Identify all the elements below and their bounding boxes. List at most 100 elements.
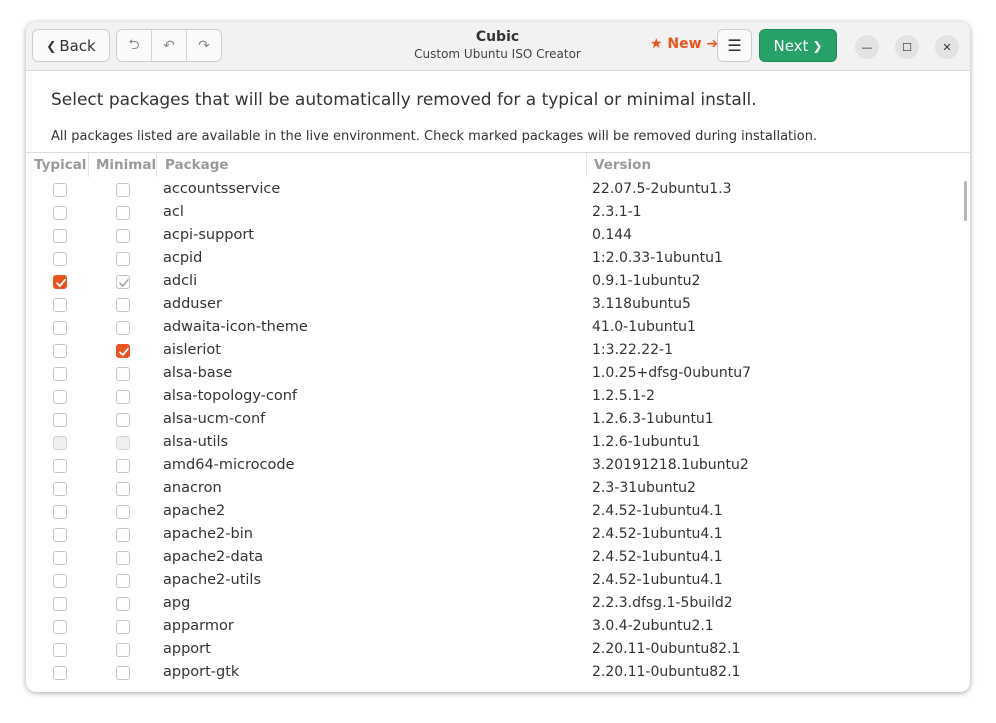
column-header-version[interactable]: Version	[594, 157, 651, 173]
package-name: apache2-data	[163, 549, 264, 565]
redo-icon[interactable]: ↷	[186, 30, 221, 61]
package-version: 0.144	[592, 227, 633, 243]
package-version: 3.0.4-2ubuntu2.1	[592, 618, 714, 634]
typical-checkbox[interactable]	[53, 620, 67, 634]
typical-checkbox[interactable]	[53, 229, 67, 243]
minimal-checkbox[interactable]	[116, 183, 130, 197]
package-name: apport-gtk	[163, 664, 240, 680]
table-row[interactable]: apache2-bin 2.4.52-1ubuntu4.1	[26, 524, 970, 547]
typical-checkbox[interactable]	[53, 390, 67, 404]
package-name: acpi-support	[163, 227, 254, 243]
minimal-checkbox[interactable]	[116, 298, 130, 312]
typical-checkbox[interactable]	[53, 183, 67, 197]
package-name: alsa-ucm-conf	[163, 411, 266, 427]
vertical-scrollbar[interactable]	[964, 181, 967, 221]
typical-checkbox[interactable]	[53, 413, 67, 427]
minimal-checkbox[interactable]	[116, 367, 130, 381]
minimal-checkbox[interactable]	[116, 275, 130, 289]
minimal-checkbox[interactable]	[116, 597, 130, 611]
hamburger-menu-icon[interactable]: ☰	[717, 29, 752, 62]
package-name: apache2-utils	[163, 572, 262, 588]
package-version: 2.3.1-1	[592, 204, 642, 220]
undo-icon[interactable]: ⮌	[117, 30, 151, 61]
table-row[interactable]: apg 2.2.3.dfsg.1-5build2	[26, 593, 970, 616]
table-row[interactable]: alsa-utils 1.2.6-1ubuntu1	[26, 432, 970, 455]
table-row[interactable]: alsa-base 1.0.25+dfsg-0ubuntu7	[26, 363, 970, 386]
package-name: acpid	[163, 250, 203, 266]
package-version: 1.2.6-1ubuntu1	[592, 434, 701, 450]
maximize-icon[interactable]: ☐	[895, 35, 919, 59]
typical-checkbox[interactable]	[53, 298, 67, 312]
typical-checkbox[interactable]	[53, 321, 67, 335]
typical-checkbox[interactable]	[53, 436, 67, 450]
typical-checkbox[interactable]	[53, 505, 67, 519]
typical-checkbox[interactable]	[53, 367, 67, 381]
table-row[interactable]: apache2 2.4.52-1ubuntu4.1	[26, 501, 970, 524]
minimal-checkbox[interactable]	[116, 252, 130, 266]
typical-checkbox[interactable]	[53, 574, 67, 588]
next-button[interactable]: Next ❯	[759, 29, 837, 62]
table-row[interactable]: anacron 2.3-31ubuntu2	[26, 478, 970, 501]
typical-checkbox[interactable]	[53, 597, 67, 611]
typical-checkbox[interactable]	[53, 643, 67, 657]
table-row[interactable]: apparmor 3.0.4-2ubuntu2.1	[26, 616, 970, 639]
column-header-minimal[interactable]: Minimal	[96, 157, 156, 173]
table-row[interactable]: adcli 0.9.1-1ubuntu2	[26, 271, 970, 294]
table-row[interactable]: acl 2.3.1-1	[26, 202, 970, 225]
minimal-checkbox[interactable]	[116, 321, 130, 335]
table-row[interactable]: acpi-support 0.144	[26, 225, 970, 248]
minimal-checkbox[interactable]	[116, 459, 130, 473]
table-row[interactable]: apache2-utils 2.4.52-1ubuntu4.1	[26, 570, 970, 593]
table-row[interactable]: amd64-microcode 3.20191218.1ubuntu2	[26, 455, 970, 478]
package-name: anacron	[163, 480, 222, 496]
minimal-checkbox[interactable]	[116, 413, 130, 427]
close-icon[interactable]: ✕	[935, 35, 959, 59]
revert-icon[interactable]: ↶	[151, 30, 186, 61]
package-name: alsa-topology-conf	[163, 388, 298, 404]
column-separator	[586, 153, 587, 177]
minimal-checkbox[interactable]	[116, 666, 130, 680]
minimal-checkbox[interactable]	[116, 620, 130, 634]
back-button-label: Back	[59, 36, 96, 55]
minimal-checkbox[interactable]	[116, 551, 130, 565]
minimize-icon[interactable]: —	[855, 35, 879, 59]
table-row[interactable]: apache2-data 2.4.52-1ubuntu4.1	[26, 547, 970, 570]
typical-checkbox[interactable]	[53, 344, 67, 358]
table-row[interactable]: aisleriot 1:3.22.22-1	[26, 340, 970, 363]
package-version: 3.118ubuntu5	[592, 296, 691, 312]
minimal-checkbox[interactable]	[116, 344, 130, 358]
table-row[interactable]: adduser 3.118ubuntu5	[26, 294, 970, 317]
minimal-checkbox[interactable]	[116, 643, 130, 657]
table-row[interactable]: acpid 1:2.0.33-1ubuntu1	[26, 248, 970, 271]
minimal-checkbox[interactable]	[116, 482, 130, 496]
table-row[interactable]: adwaita-icon-theme 41.0-1ubuntu1	[26, 317, 970, 340]
typical-checkbox[interactable]	[53, 252, 67, 266]
table-row[interactable]: apport 2.20.11-0ubuntu82.1	[26, 639, 970, 662]
typical-checkbox[interactable]	[53, 459, 67, 473]
package-name: amd64-microcode	[163, 457, 295, 473]
page-description: All packages listed are available in the…	[51, 129, 818, 144]
minimal-checkbox[interactable]	[116, 574, 130, 588]
typical-checkbox[interactable]	[53, 275, 67, 289]
minimal-checkbox[interactable]	[116, 528, 130, 542]
header-bar: ❮ Back ⮌ ↶ ↷ Cubic Custom Ubuntu ISO Cre…	[26, 22, 970, 71]
new-project-link[interactable]: ★ New ➔	[650, 36, 718, 52]
table-row[interactable]: alsa-topology-conf 1.2.5.1-2	[26, 386, 970, 409]
table-row[interactable]: alsa-ucm-conf 1.2.6.3-1ubuntu1	[26, 409, 970, 432]
typical-checkbox[interactable]	[53, 528, 67, 542]
minimal-checkbox[interactable]	[116, 390, 130, 404]
column-header-typical[interactable]: Typical	[34, 157, 86, 173]
minimal-checkbox[interactable]	[116, 505, 130, 519]
typical-checkbox[interactable]	[53, 551, 67, 565]
typical-checkbox[interactable]	[53, 482, 67, 496]
table-row[interactable]: accountsservice 22.07.5-2ubuntu1.3	[26, 179, 970, 202]
typical-checkbox[interactable]	[53, 666, 67, 680]
minimal-checkbox[interactable]	[116, 229, 130, 243]
column-header-package[interactable]: Package	[165, 157, 229, 173]
minimal-checkbox[interactable]	[116, 436, 130, 450]
back-button[interactable]: ❮ Back	[32, 29, 110, 62]
app-subtitle: Custom Ubuntu ISO Creator	[414, 47, 581, 61]
minimal-checkbox[interactable]	[116, 206, 130, 220]
table-row[interactable]: apport-gtk 2.20.11-0ubuntu82.1	[26, 662, 970, 685]
typical-checkbox[interactable]	[53, 206, 67, 220]
